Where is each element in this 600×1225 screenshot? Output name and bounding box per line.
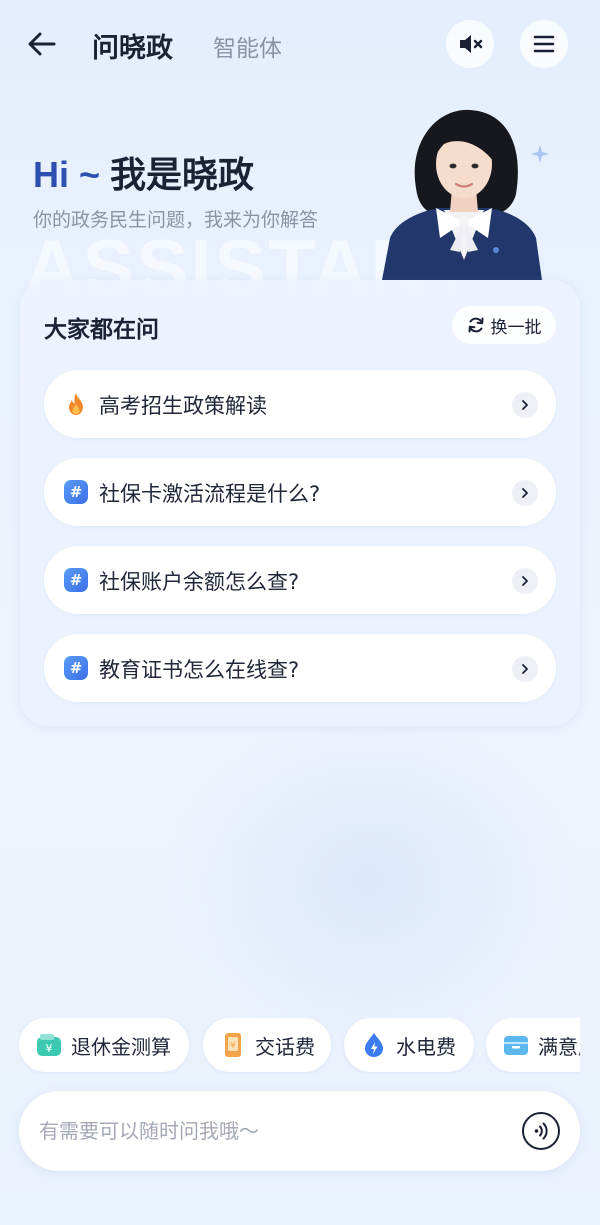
hero-description: 你的政务民生问题，我来为你解答 — [33, 209, 319, 231]
question-label: 社保账户余额怎么查? — [99, 570, 300, 594]
chip-pension-calc[interactable]: ¥ 退休金测算 — [19, 1018, 189, 1072]
hash-icon: # — [64, 568, 88, 592]
back-button[interactable] — [24, 26, 60, 62]
svg-text:¥: ¥ — [46, 1042, 53, 1055]
assistant-avatar — [382, 109, 542, 280]
hash-icon: # — [64, 656, 88, 680]
chip-label: 退休金测算 — [71, 1034, 171, 1059]
chip-utility-bill[interactable]: 水电费 — [344, 1018, 474, 1072]
chevron-right-icon — [512, 656, 538, 682]
back-arrow-icon — [28, 32, 56, 56]
water-drop-icon — [365, 1033, 383, 1057]
chat-input[interactable] — [39, 1111, 509, 1151]
chip-label: 满意度 — [538, 1034, 580, 1059]
greeting-hi: Hi ~ — [33, 154, 111, 195]
chevron-right-icon — [512, 392, 538, 418]
greeting-name: 我是晓政 — [110, 155, 255, 196]
wallet-icon: ¥ — [37, 1034, 61, 1056]
questions-card: 大家都在问 换一批 高考招生政策解读 # 社保卡激活流程是什么? # 社保账户余… — [20, 280, 580, 726]
chip-label: 交话费 — [255, 1034, 315, 1059]
speaker-muted-icon — [460, 35, 483, 53]
chip-label: 水电费 — [396, 1034, 456, 1059]
chip-phone-bill[interactable]: ¥ 交话费 — [203, 1018, 331, 1072]
voice-button[interactable] — [522, 1112, 560, 1150]
page-subtitle: 智能体 — [213, 36, 282, 62]
question-label: 教育证书怎么在线查? — [99, 658, 300, 682]
question-item[interactable]: # 社保卡激活流程是什么? — [44, 458, 556, 526]
chat-input-bar — [19, 1091, 580, 1171]
hero-greeting: Hi ~ 我是晓政 — [33, 146, 254, 198]
mute-button[interactable] — [446, 20, 494, 68]
voice-icon — [534, 1122, 548, 1140]
hash-icon: # — [64, 480, 88, 504]
quick-actions: ¥ 退休金测算 ¥ 交话费 水电费 满意度 — [19, 1018, 580, 1074]
background-glow — [160, 700, 580, 1060]
question-label: 社保卡激活流程是什么? — [99, 482, 321, 506]
chevron-right-icon — [512, 480, 538, 506]
menu-button[interactable] — [520, 20, 568, 68]
refresh-icon — [468, 317, 483, 333]
question-item[interactable]: 高考招生政策解读 — [44, 370, 556, 438]
top-bar: 问晓政 智能体 — [0, 0, 600, 88]
svg-text:¥: ¥ — [230, 1041, 236, 1051]
questions-card-title: 大家都在问 — [44, 317, 159, 343]
chip-satisfaction[interactable]: 满意度 — [486, 1018, 580, 1072]
mailbox-icon — [504, 1036, 528, 1055]
question-label: 高考招生政策解读 — [99, 394, 267, 418]
question-item[interactable]: # 社保账户余额怎么查? — [44, 546, 556, 614]
refresh-label: 换一批 — [490, 317, 542, 338]
hamburger-menu-icon — [533, 35, 555, 53]
phone-icon: ¥ — [225, 1033, 241, 1057]
question-item[interactable]: # 教育证书怎么在线查? — [44, 634, 556, 702]
fire-icon — [69, 393, 83, 415]
page-title: 问晓政 — [92, 33, 173, 64]
chevron-right-icon — [512, 568, 538, 594]
refresh-button[interactable]: 换一批 — [452, 306, 556, 344]
